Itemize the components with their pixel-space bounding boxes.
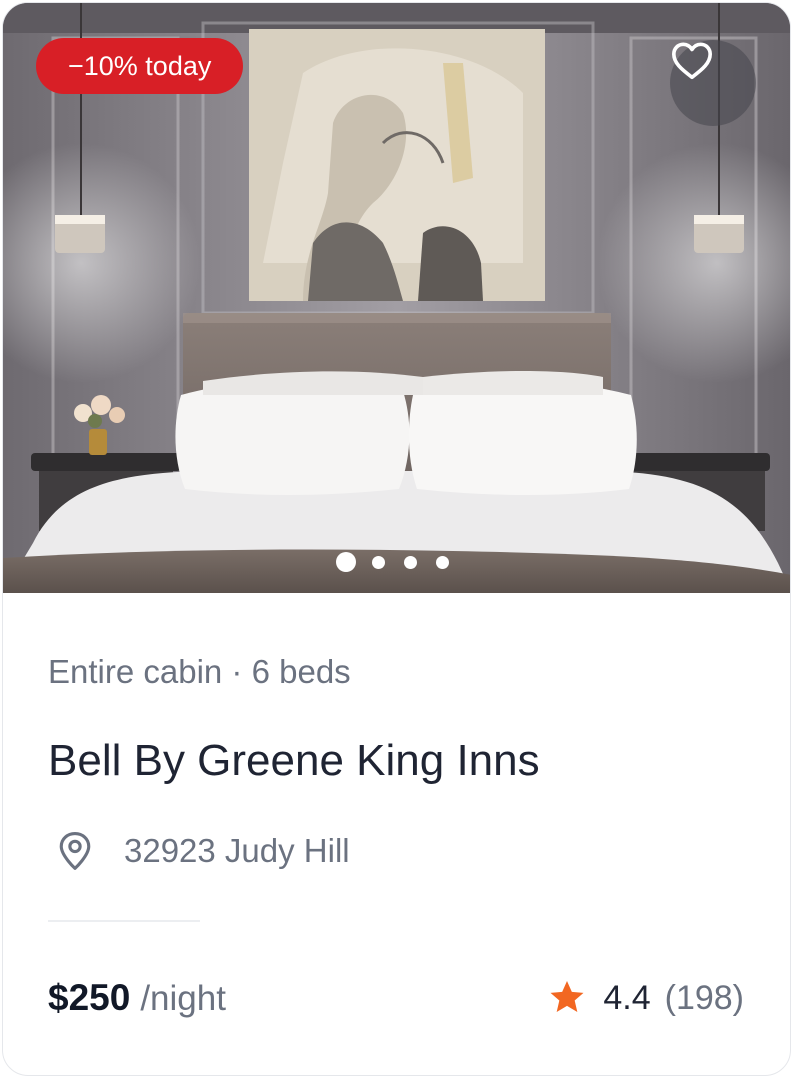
listing-location: 32923 Judy Hill [48, 829, 350, 873]
listing-rating: 4.4 (198) [547, 978, 744, 1018]
heart-outline-icon [671, 42, 712, 80]
listing-title[interactable]: Bell By Greene King Inns [48, 736, 540, 786]
divider [48, 920, 200, 922]
listing-photo[interactable]: −10% today [3, 3, 790, 593]
discount-badge: −10% today [36, 38, 244, 94]
listing-category: Entire cabin · 6 beds [48, 653, 351, 690]
listing-address: 32923 Judy Hill [124, 832, 350, 869]
gallery-dot[interactable] [404, 555, 417, 569]
star-icon [550, 981, 584, 1012]
review-count[interactable]: (198) [665, 979, 744, 1018]
gallery-dots [336, 552, 449, 572]
gallery-dot-active[interactable] [336, 552, 356, 572]
listing-price: $250/night [48, 977, 226, 1019]
gallery-dot[interactable] [372, 555, 385, 569]
favorite-button[interactable] [670, 40, 756, 126]
gallery-dot[interactable] [436, 555, 449, 569]
price-unit: /night [140, 979, 226, 1018]
listing-details: Entire cabin · 6 beds Bell By Greene Kin… [3, 593, 790, 1075]
rating-score: 4.4 [603, 978, 651, 1017]
map-pin-icon [59, 832, 91, 870]
listing-card[interactable]: −10% today Entire cabin · 6 beds Bell By… [2, 2, 791, 1076]
price-amount: $250 [48, 977, 131, 1018]
